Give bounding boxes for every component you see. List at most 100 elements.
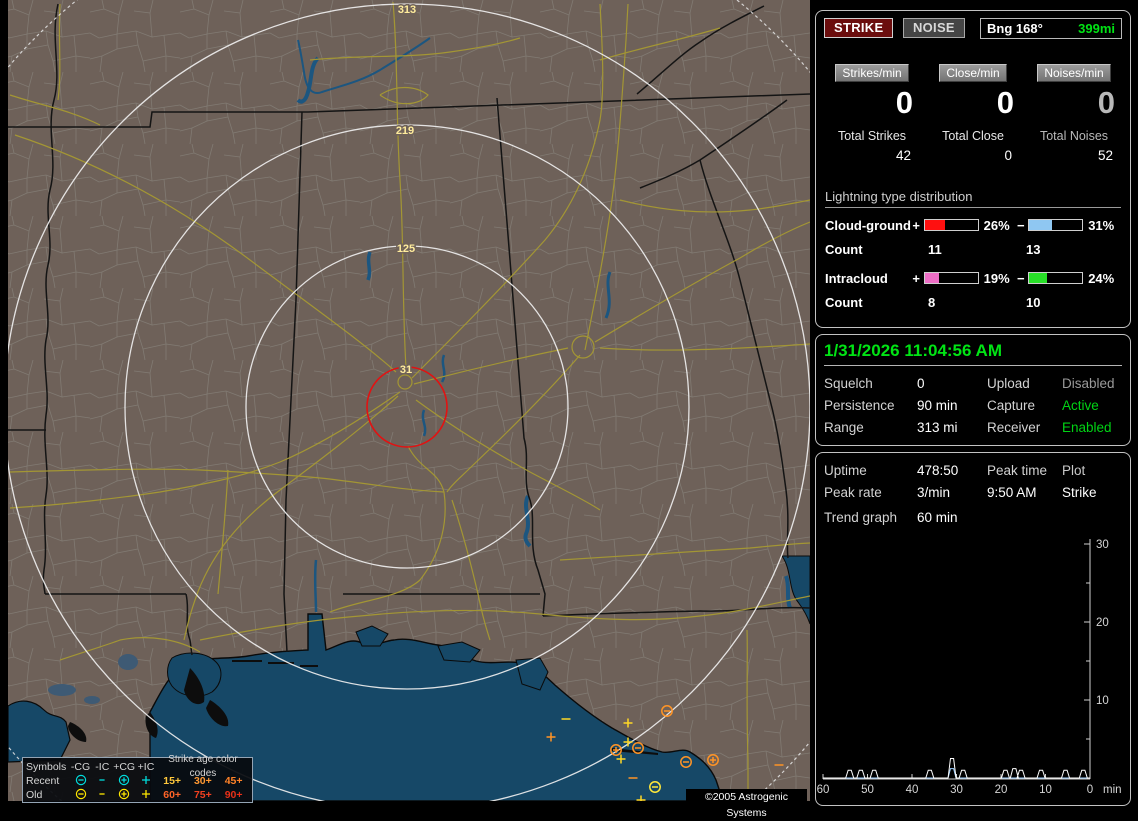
squelch-label: Squelch xyxy=(824,376,873,391)
trend-x-unit: min xyxy=(1103,784,1122,796)
noises-per-min-button[interactable]: Noises/min xyxy=(1037,64,1111,82)
trend-x-tick: 10 xyxy=(1039,784,1052,796)
intracloud-label: Intracloud xyxy=(825,270,888,286)
upload-status: Disabled xyxy=(1062,376,1115,391)
session-panel: Uptime 478:50 Peak time Plot Peak rate 3… xyxy=(815,452,1131,806)
age-code: 90+ xyxy=(224,789,243,801)
strikes-column: Strikes/min 0 Total Strikes 42 xyxy=(825,64,919,163)
upload-label: Upload xyxy=(987,376,1030,391)
stats-panel: STRIKE NOISE Bng 168° 399mi Strikes/min … xyxy=(815,10,1131,328)
app-window: { "toolbar": { "strike": "STRIKE", "nois… xyxy=(0,0,1138,819)
age-code: 30+ xyxy=(193,775,212,787)
close-rate-value: 0 xyxy=(996,85,1014,120)
minus-icon xyxy=(99,779,105,781)
total-close-label: Total Close xyxy=(942,128,1004,143)
legend-col-header: +CG xyxy=(113,761,136,773)
legend-col-header: +IC xyxy=(137,761,155,773)
trend-graph-chart: 10 20 30 60 50 40 30 20 10 0 min xyxy=(817,539,1122,796)
minus-icon xyxy=(99,793,105,795)
total-noises-value: 52 xyxy=(1097,147,1113,163)
persistence-label: Persistence xyxy=(824,398,895,413)
cloud-ground-row: Cloud-ground + 26% − 31% xyxy=(825,218,1121,233)
range-ring-label: 219 xyxy=(396,125,414,137)
strikes-per-min-button[interactable]: Strikes/min xyxy=(835,64,909,82)
distribution-title: Lightning type distribution xyxy=(825,189,1121,208)
age-code: 75+ xyxy=(193,789,212,801)
plus-sign: + xyxy=(912,270,920,286)
minus-sign: − xyxy=(1016,217,1025,233)
trend-x-tick: 30 xyxy=(950,784,963,796)
copyright-text: ©2005 Astrogenic Systems xyxy=(686,789,807,819)
pos-ic-percent: 19% xyxy=(983,270,1010,286)
receiver-status: Enabled xyxy=(1062,420,1112,435)
pos-cg-percent: 26% xyxy=(983,217,1010,233)
range-ring-label: 31 xyxy=(400,364,412,376)
minus-sign: − xyxy=(1016,270,1025,286)
trend-x-tick: 40 xyxy=(906,784,919,796)
strike-mode-button[interactable]: STRIKE xyxy=(824,18,894,38)
legend-row: Old 60+ 75+ 90+ xyxy=(26,788,249,802)
trend-x-tick: 60 xyxy=(817,784,830,796)
squelch-value: 0 xyxy=(917,376,925,391)
cloud-ground-counts: Count 11 13 xyxy=(825,242,1121,257)
trend-y-tick: 30 xyxy=(1096,539,1109,551)
legend-row-label: Recent xyxy=(26,775,60,787)
neg-ic-percent: 24% xyxy=(1088,270,1115,286)
count-label: Count xyxy=(825,241,863,257)
neg-ic-bar xyxy=(1028,272,1084,285)
plus-icon xyxy=(141,776,150,784)
symbols-legend: Symbols -CG -IC +CG +IC Strike age color code… xyxy=(22,754,253,803)
neg-cg-bar xyxy=(1028,219,1084,232)
datetime-display: 1/31/2026 11:04:56 AM xyxy=(824,341,1122,366)
neg-cg-count: 13 xyxy=(1026,241,1041,257)
age-code: 60+ xyxy=(163,789,182,801)
bearing-readout: Bng 168° 399mi xyxy=(980,18,1122,39)
status-row: Squelch 0 Upload Disabled xyxy=(824,376,1122,391)
capture-status: Active xyxy=(1062,398,1099,413)
legend-row: Recent 15+ 30+ 45+ xyxy=(26,774,249,788)
legend-row-label: Old xyxy=(26,789,43,801)
close-column: Close/min 0 Total Close 0 xyxy=(926,64,1020,163)
legend-col-header: -IC xyxy=(95,761,110,773)
receiver-label: Receiver xyxy=(987,420,1041,435)
circled-plus-icon xyxy=(118,788,130,800)
age-code: 15+ xyxy=(163,775,182,787)
status-row: Range 313 mi Receiver Enabled xyxy=(824,420,1122,435)
plus-sign: + xyxy=(912,217,920,233)
plus-icon xyxy=(141,790,150,798)
neg-ic-count: 10 xyxy=(1026,294,1041,310)
trend-x-tick: 50 xyxy=(861,784,874,796)
range-label: Range xyxy=(824,420,864,435)
legend-col-header: -CG xyxy=(70,761,91,773)
circled-plus-icon xyxy=(118,774,130,786)
range-ring-label: 313 xyxy=(398,4,416,16)
noise-mode-button[interactable]: NOISE xyxy=(902,18,965,38)
total-strikes-label: Total Strikes xyxy=(837,128,907,143)
bearing-label: Bng 168° xyxy=(987,21,1043,36)
intracloud-counts: Count 8 10 xyxy=(825,295,1121,310)
radar-map[interactable]: 313 219 125 31 xyxy=(8,0,810,801)
total-noises-label: Total Noises xyxy=(1039,128,1109,143)
status-row: Persistence 90 min Capture Active xyxy=(824,398,1122,413)
cloud-ground-label: Cloud-ground xyxy=(825,217,911,233)
symbols-header: Symbols xyxy=(26,761,67,773)
range-value: 313 mi xyxy=(917,420,958,435)
close-per-min-button[interactable]: Close/min xyxy=(939,64,1007,82)
pos-ic-bar xyxy=(923,272,979,285)
neg-cg-percent: 31% xyxy=(1088,217,1115,233)
trend-y-tick: 20 xyxy=(1096,617,1109,629)
status-panel: 1/31/2026 11:04:56 AM Squelch 0 Upload D… xyxy=(815,334,1131,446)
noises-rate-value: 0 xyxy=(1097,85,1115,120)
trend-x-tick: 0 xyxy=(1087,784,1093,796)
pos-cg-bar xyxy=(923,219,979,232)
bearing-distance: 399mi xyxy=(1078,21,1115,36)
intracloud-row: Intracloud + 19% − 24% xyxy=(825,271,1121,286)
circled-minus-icon xyxy=(75,774,86,786)
capture-label: Capture xyxy=(987,398,1036,413)
noises-column: Noises/min 0 Total Noises 52 xyxy=(1027,64,1121,163)
trend-x-tick: 20 xyxy=(995,784,1008,796)
pos-cg-count: 11 xyxy=(928,241,942,257)
circled-minus-icon xyxy=(75,788,86,800)
persistence-value: 90 min xyxy=(917,398,958,413)
pos-ic-count: 8 xyxy=(928,294,936,310)
